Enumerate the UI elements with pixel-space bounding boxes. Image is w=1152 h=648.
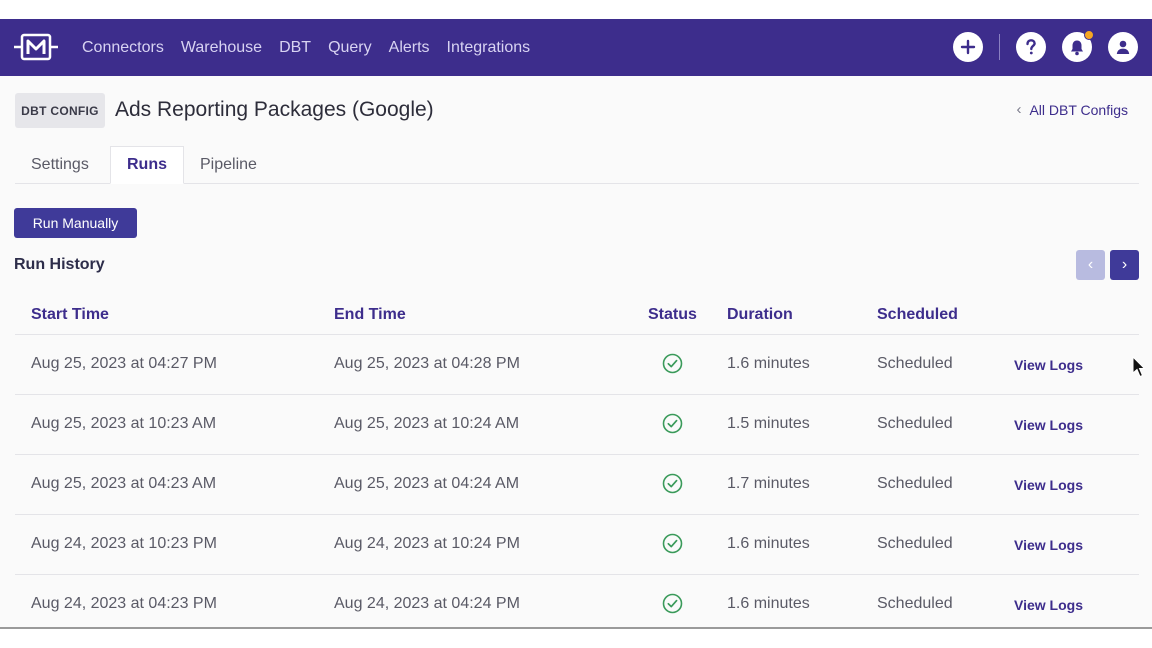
- table-row: Aug 25, 2023 at 04:23 AM Aug 25, 2023 at…: [15, 455, 1139, 515]
- check-circle-icon: [662, 353, 683, 374]
- back-to-configs-link[interactable]: ‹ All DBT Configs: [1016, 101, 1128, 118]
- start-time-cell: Aug 25, 2023 at 10:23 AM: [31, 415, 217, 432]
- tab-runs[interactable]: Runs: [110, 146, 184, 184]
- duration-cell: 1.6 minutes: [727, 535, 810, 552]
- column-duration[interactable]: Duration: [727, 306, 793, 324]
- column-start-time[interactable]: Start Time: [31, 306, 109, 324]
- check-circle-icon: [662, 533, 683, 554]
- view-logs-link[interactable]: View Logs: [1014, 357, 1083, 373]
- status-cell: [662, 593, 683, 619]
- nav-link-connectors[interactable]: Connectors: [82, 39, 164, 57]
- status-cell: [662, 473, 683, 499]
- scheduled-cell: Scheduled: [877, 595, 953, 612]
- chevron-left-icon: ‹: [1087, 256, 1094, 273]
- table-header: Start Time End Time Status Duration Sche…: [15, 294, 1139, 335]
- top-strip: [0, 0, 1152, 19]
- top-navbar: Connectors Warehouse DBT Query Alerts In…: [0, 19, 1152, 76]
- main-content: DBT CONFIG Ads Reporting Packages (Googl…: [0, 76, 1152, 628]
- check-circle-icon: [662, 413, 683, 434]
- notification-dot: [1084, 30, 1094, 40]
- help-icon: [1026, 39, 1036, 55]
- scheduled-cell: Scheduled: [877, 535, 953, 552]
- page-title: Ads Reporting Packages (Google): [115, 98, 434, 121]
- mouse-cursor-icon: [1132, 356, 1146, 378]
- duration-cell: 1.5 minutes: [727, 415, 810, 432]
- duration-cell: 1.6 minutes: [727, 595, 810, 612]
- next-page-button[interactable]: ›: [1110, 250, 1139, 280]
- nav-link-warehouse[interactable]: Warehouse: [181, 39, 262, 57]
- nav-links: Connectors Warehouse DBT Query Alerts In…: [82, 19, 530, 76]
- run-history-table: Start Time End Time Status Duration Sche…: [15, 294, 1139, 635]
- help-button[interactable]: [1016, 32, 1046, 62]
- column-scheduled[interactable]: Scheduled: [877, 306, 958, 324]
- table-row: Aug 24, 2023 at 10:23 PM Aug 24, 2023 at…: [15, 515, 1139, 575]
- nav-link-query[interactable]: Query: [328, 39, 372, 57]
- nav-separator: [999, 34, 1000, 60]
- user-menu-button[interactable]: [1108, 32, 1138, 62]
- status-cell: [662, 413, 683, 439]
- end-time-cell: Aug 25, 2023 at 10:24 AM: [334, 415, 520, 432]
- end-time-cell: Aug 24, 2023 at 10:24 PM: [334, 535, 520, 552]
- table-row: Aug 25, 2023 at 10:23 AM Aug 25, 2023 at…: [15, 395, 1139, 455]
- nav-actions: [953, 30, 1138, 63]
- start-time-cell: Aug 25, 2023 at 04:27 PM: [31, 355, 217, 372]
- app-logo-icon[interactable]: [14, 32, 58, 62]
- view-logs-link[interactable]: View Logs: [1014, 417, 1083, 433]
- view-logs-link[interactable]: View Logs: [1014, 477, 1083, 493]
- view-logs-link[interactable]: View Logs: [1014, 597, 1083, 613]
- column-status[interactable]: Status: [648, 306, 697, 324]
- end-time-cell: Aug 24, 2023 at 04:24 PM: [334, 595, 520, 612]
- duration-cell: 1.6 minutes: [727, 355, 810, 372]
- run-history-title: Run History: [14, 256, 105, 273]
- status-cell: [662, 533, 683, 559]
- chevron-right-icon: ›: [1121, 256, 1128, 273]
- start-time-cell: Aug 25, 2023 at 04:23 AM: [31, 475, 217, 492]
- previous-page-button[interactable]: ‹: [1076, 250, 1105, 280]
- start-time-cell: Aug 24, 2023 at 10:23 PM: [31, 535, 217, 552]
- scheduled-cell: Scheduled: [877, 475, 953, 492]
- duration-cell: 1.7 minutes: [727, 475, 810, 492]
- back-link-label: All DBT Configs: [1029, 101, 1128, 118]
- plus-icon: [960, 39, 976, 55]
- bell-icon: [1071, 40, 1083, 55]
- check-circle-icon: [662, 473, 683, 494]
- tab-bar: Settings Runs Pipeline: [15, 146, 1139, 184]
- table-row: Aug 25, 2023 at 04:27 PM Aug 25, 2023 at…: [15, 335, 1139, 395]
- run-manually-button[interactable]: Run Manually: [14, 208, 137, 238]
- tab-settings[interactable]: Settings: [31, 146, 89, 184]
- end-time-cell: Aug 25, 2023 at 04:24 AM: [334, 475, 520, 492]
- notifications-button[interactable]: [1062, 30, 1094, 62]
- column-end-time[interactable]: End Time: [334, 306, 406, 324]
- pagination: ‹ ›: [1076, 250, 1139, 280]
- bottom-strip: [0, 629, 1152, 648]
- end-time-cell: Aug 25, 2023 at 04:28 PM: [334, 355, 520, 372]
- scheduled-cell: Scheduled: [877, 415, 953, 432]
- user-icon: [1116, 40, 1130, 54]
- dbt-config-badge: DBT CONFIG: [15, 93, 105, 128]
- view-logs-link[interactable]: View Logs: [1014, 537, 1083, 553]
- status-cell: [662, 353, 683, 379]
- check-circle-icon: [662, 593, 683, 614]
- nav-link-dbt[interactable]: DBT: [279, 39, 311, 57]
- add-button[interactable]: [953, 32, 983, 62]
- tab-pipeline[interactable]: Pipeline: [200, 146, 257, 184]
- start-time-cell: Aug 24, 2023 at 04:23 PM: [31, 595, 217, 612]
- table-row: Aug 24, 2023 at 04:23 PM Aug 24, 2023 at…: [15, 575, 1139, 635]
- nav-link-integrations[interactable]: Integrations: [447, 39, 531, 57]
- chevron-left-icon: ‹: [1016, 101, 1022, 118]
- scheduled-cell: Scheduled: [877, 355, 953, 372]
- nav-link-alerts[interactable]: Alerts: [389, 39, 430, 57]
